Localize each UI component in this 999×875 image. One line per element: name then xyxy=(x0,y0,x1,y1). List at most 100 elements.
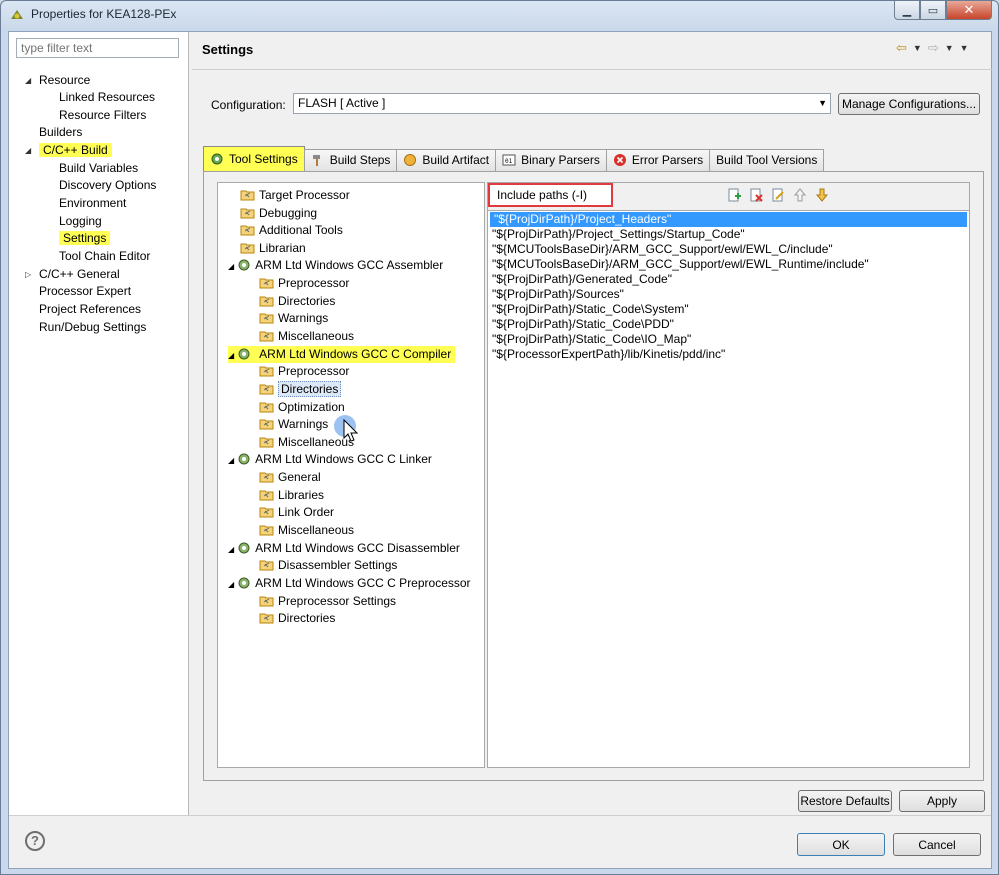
include-paths-list[interactable]: "${ProjDirPath}/Project_Headers" "${ProjD… xyxy=(488,210,969,767)
tool-tree-item[interactable]: Preprocessor xyxy=(259,363,349,380)
nav-item[interactable]: Logging xyxy=(59,213,102,230)
tool-tree-group[interactable]: ◢ ARM Ltd Windows GCC C Linker xyxy=(228,451,432,468)
expanded-twisty-icon[interactable]: ◢ xyxy=(228,351,234,360)
tool-tree-item[interactable]: Miscellaneous xyxy=(259,522,354,539)
include-path-item[interactable]: "${MCUToolsBaseDir}/ARM_GCC_Support/ewl/… xyxy=(488,242,969,257)
option-folder-icon xyxy=(259,525,274,536)
tool-tree-item[interactable]: Additional Tools xyxy=(240,222,343,239)
nav-item[interactable]: Discovery Options xyxy=(59,177,156,194)
nav-item[interactable]: Tool Chain Editor xyxy=(59,248,150,265)
nav-item[interactable]: Run/Debug Settings xyxy=(39,319,146,336)
tool-tree-item[interactable]: Target Processor xyxy=(240,187,350,204)
nav-item[interactable]: Builders xyxy=(39,124,82,141)
nav-item[interactable]: Environment xyxy=(59,195,126,212)
add-icon[interactable] xyxy=(726,187,742,203)
tool-tree-item[interactable]: Directories xyxy=(259,610,335,627)
include-path-item[interactable]: "${ProjDirPath}/Project_Headers" xyxy=(490,212,967,227)
close-button[interactable]: ✕ xyxy=(946,1,992,20)
expanded-twisty-icon[interactable]: ◢ xyxy=(228,545,234,554)
manage-configurations-button[interactable]: Manage Configurations... xyxy=(838,93,980,115)
svg-text:01: 01 xyxy=(505,158,513,165)
tool-tree-item[interactable]: Directories xyxy=(259,381,342,398)
include-path-item[interactable]: "${ProjDirPath}/Static_Code\PDD" xyxy=(488,317,969,332)
tool-tree-label: Directories xyxy=(278,611,336,625)
nav-item[interactable]: Resource Filters xyxy=(59,107,146,124)
tool-tree-item[interactable]: Debugging xyxy=(240,205,317,222)
nav-item[interactable]: ▷ C/C++ General xyxy=(25,266,120,283)
include-path-item[interactable]: "${ProjDirPath}/Static_Code\System" xyxy=(488,302,969,317)
restore-defaults-button[interactable]: Restore Defaults xyxy=(798,790,892,812)
include-path-item[interactable]: "${ProjDirPath}/Static_Code\IO_Map" xyxy=(488,332,969,347)
move-down-icon[interactable] xyxy=(814,187,830,203)
expanded-twisty-icon[interactable]: ◢ xyxy=(228,580,234,589)
tool-tree-item[interactable]: Preprocessor xyxy=(259,275,349,292)
tool-tree-item[interactable]: Libraries xyxy=(259,487,324,504)
mouse-cursor-icon xyxy=(334,415,359,442)
option-folder-icon xyxy=(259,313,274,324)
app-icon xyxy=(11,10,23,19)
tab-build-artifact[interactable]: Build Artifact xyxy=(396,149,497,171)
include-path-item[interactable]: "${ProjDirPath}/Sources" xyxy=(488,287,969,302)
tool-tree-group[interactable]: ◢ ARM Ltd Windows GCC C Preprocessor xyxy=(228,575,471,592)
expanded-twisty-icon[interactable]: ◢ xyxy=(25,142,35,159)
nav-item[interactable]: Settings xyxy=(59,230,111,247)
include-path-item[interactable]: "${ProcessorExpertPath}/lib/Kinetis/pdd/… xyxy=(488,347,969,362)
option-folder-icon xyxy=(259,278,274,289)
cancel-button[interactable]: Cancel xyxy=(893,833,981,856)
ok-button[interactable]: OK xyxy=(797,833,885,856)
tab-binary-parsers[interactable]: 01 Binary Parsers xyxy=(495,149,607,171)
collapsed-twisty-icon[interactable]: ▷ xyxy=(25,266,35,283)
nav-item[interactable]: ◢ C/C++ Build xyxy=(25,142,112,159)
maximize-button[interactable]: ▭ xyxy=(920,1,946,20)
configuration-select[interactable]: FLASH [ Active ] ▼ xyxy=(293,93,831,114)
expanded-twisty-icon[interactable]: ◢ xyxy=(228,262,234,271)
nav-item-label: Linked Resources xyxy=(59,90,156,104)
tab-build-steps[interactable]: Build Steps xyxy=(303,149,398,171)
nav-item[interactable]: Processor Expert xyxy=(39,283,131,300)
header-divider xyxy=(192,69,992,70)
tool-tree-item[interactable]: Disassembler Settings xyxy=(259,557,397,574)
option-folder-icon xyxy=(240,243,255,254)
tool-tree-item[interactable]: Librarian xyxy=(240,240,306,257)
filter-input[interactable] xyxy=(16,38,179,58)
tab-build-tool-versions[interactable]: Build Tool Versions xyxy=(709,149,825,171)
nav-item[interactable]: Project References xyxy=(39,301,141,318)
tool-tree-item[interactable]: Warnings xyxy=(259,310,328,327)
tool-tree-group[interactable]: ◢ ARM Ltd Windows GCC Assembler xyxy=(228,257,443,274)
option-folder-icon xyxy=(259,419,274,430)
tool-tree-item[interactable]: Miscellaneous xyxy=(259,328,354,345)
expanded-twisty-icon[interactable]: ◢ xyxy=(228,456,234,465)
back-arrow-icon[interactable]: ⇦ xyxy=(896,40,907,56)
tool-tree-label: ARM Ltd Windows GCC C Linker xyxy=(255,452,432,466)
tool-gear-icon xyxy=(238,259,250,271)
forward-menu-chevron-icon[interactable]: ▼ xyxy=(945,43,954,56)
tool-tree-item[interactable]: Link Order xyxy=(259,504,334,521)
tab-error-parsers[interactable]: Error Parsers xyxy=(605,149,711,171)
nav-item-label: Environment xyxy=(59,196,127,210)
tool-tree-item[interactable]: Preprocessor Settings xyxy=(259,593,396,610)
forward-arrow-icon[interactable]: ⇨ xyxy=(928,40,939,56)
move-up-icon[interactable] xyxy=(792,187,808,203)
nav-item[interactable]: Build Variables xyxy=(59,160,138,177)
expanded-twisty-icon[interactable]: ◢ xyxy=(25,72,35,89)
tool-tree-group[interactable]: ◢ ARM Ltd Windows GCC Disassembler xyxy=(228,540,460,557)
tool-tree-item[interactable]: Directories xyxy=(259,293,335,310)
tool-tree-label: Link Order xyxy=(278,505,335,519)
include-path-item[interactable]: "${ProjDirPath}/Project_Settings/Startup… xyxy=(488,227,969,242)
include-path-item[interactable]: "${MCUToolsBaseDir}/ARM_GCC_Support/ewl/… xyxy=(488,257,969,272)
tool-tree-item[interactable]: General xyxy=(259,469,321,486)
edit-icon[interactable] xyxy=(770,187,786,203)
tool-tree-group[interactable]: ◢ ARM Ltd Windows GCC C Compiler xyxy=(228,346,456,363)
delete-icon[interactable] xyxy=(748,187,764,203)
back-menu-chevron-icon[interactable]: ▼ xyxy=(913,43,922,56)
apply-button[interactable]: Apply xyxy=(899,790,985,812)
tab-tool-settings[interactable]: Tool Settings xyxy=(203,146,305,171)
option-folder-icon xyxy=(259,384,274,395)
minimize-button[interactable]: ▁ xyxy=(894,1,920,20)
include-path-item[interactable]: "${ProjDirPath}/Generated_Code" xyxy=(488,272,969,287)
help-icon[interactable]: ? xyxy=(25,831,45,851)
tool-tree-item[interactable]: Warnings xyxy=(259,416,328,433)
nav-item[interactable]: ◢ Resource xyxy=(25,72,90,89)
nav-item[interactable]: Linked Resources xyxy=(59,89,155,106)
view-menu-chevron-icon[interactable]: ▼ xyxy=(960,43,969,56)
